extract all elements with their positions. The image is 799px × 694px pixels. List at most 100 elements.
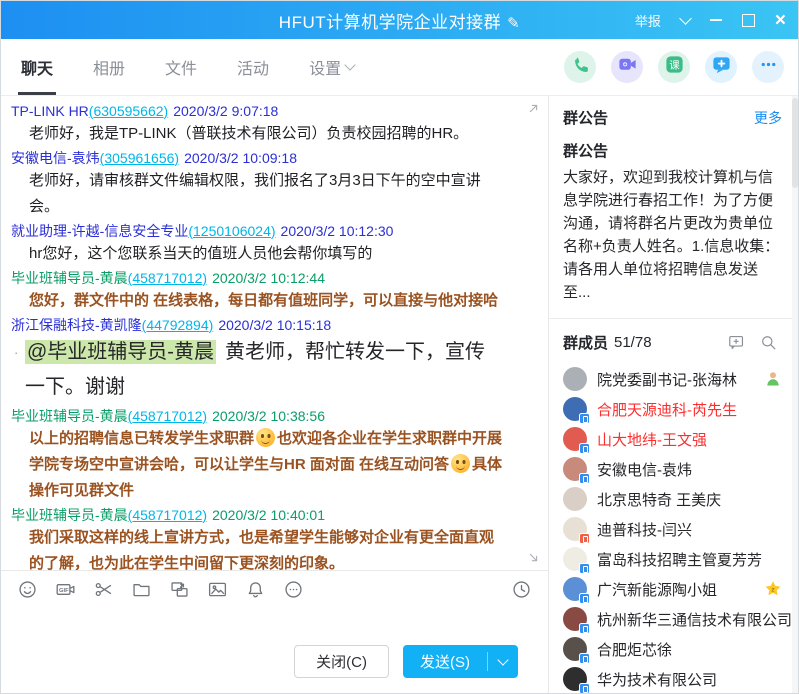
more-icon[interactable] — [283, 579, 304, 600]
file-icon[interactable] — [131, 579, 152, 600]
member-row[interactable]: 院党委副书记-张海林 — [563, 364, 792, 394]
tab-文件[interactable]: 文件 — [165, 39, 197, 95]
message-body: 以上的招聘信息已转发学生求职群也欢迎各企业在学生求职群中开展学院专场空中宣讲会哈… — [11, 426, 504, 504]
image-icon[interactable] — [207, 579, 228, 600]
members-count: 51/78 — [614, 334, 652, 351]
sender-name[interactable]: 毕业班辅导员-黄晨 — [11, 408, 128, 424]
message-body: 老师好，我是TP-LINK（普联技术有限公司）负责校园招聘的HR。 — [11, 121, 504, 147]
member-name: 安徽电信-袁炜 — [597, 459, 792, 480]
titlebar: HFUT计算机学院企业对接群✎ 举报 × — [1, 1, 798, 39]
send-button[interactable]: 发送(S) — [403, 645, 518, 678]
video-call-button[interactable] — [611, 51, 643, 83]
screen-share-icon[interactable] — [169, 579, 190, 600]
message-body: hr您好，这个您联系当天的值班人员他会帮你填写的 — [11, 241, 504, 267]
member-row[interactable]: 合肥天源迪科-芮先生 — [563, 394, 792, 424]
tab-活动[interactable]: 活动 — [237, 39, 269, 95]
announcement-more-link[interactable]: 更多 — [754, 108, 782, 128]
member-row[interactable]: 北京思特奇 王美庆 — [563, 484, 792, 514]
member-row[interactable]: 山大地纬-王文强 — [563, 424, 792, 454]
member-row[interactable]: 合肥炬芯徐 — [563, 634, 792, 664]
member-avatar — [563, 457, 587, 481]
header-row: 聊天 相册 文件 活动设置 课 — [1, 39, 798, 96]
invite-member-icon[interactable] — [727, 333, 746, 352]
send-button-label[interactable]: 发送(S) — [403, 651, 487, 672]
emoji-icon[interactable] — [17, 579, 38, 600]
panel-scrollbar[interactable] — [792, 96, 798, 694]
mobile-online-badge — [579, 443, 590, 454]
member-name: 富岛科技招聘主管夏芳芳 — [597, 549, 792, 570]
chevron-down-icon[interactable] — [679, 12, 692, 25]
smile-emoji — [451, 454, 470, 473]
sender-uid-link[interactable]: 458717012 — [128, 270, 207, 286]
member-row[interactable]: 华为技术有限公司 — [563, 664, 792, 694]
member-avatar — [563, 667, 587, 691]
message: TP-LINK HR6305956622020/3/2 9:07:18 老师好，我… — [11, 102, 504, 147]
close-chat-button[interactable]: 关闭(C) — [294, 645, 389, 678]
class-icon: 课 — [664, 54, 685, 80]
member-list: 院党委副书记-张海林合肥天源迪科-芮先生山大地纬-王文强安徽电信-袁炜北京思特奇… — [563, 364, 792, 694]
history-icon[interactable] — [511, 579, 532, 600]
mention-highlight[interactable]: @毕业班辅导员-黄晨 — [25, 340, 216, 364]
sender-uid-link[interactable]: 630595662 — [89, 103, 168, 119]
mobile-online-badge — [579, 413, 590, 424]
message-timestamp: 2020/3/2 10:38:56 — [212, 408, 325, 424]
gif-icon[interactable]: GIF — [55, 579, 76, 600]
scroll-bottom-icon[interactable] — [526, 550, 541, 565]
sender-uid-link[interactable]: 44792894 — [142, 317, 214, 333]
voice-call-button[interactable] — [564, 51, 596, 83]
message-header: 毕业班辅导员-黄晨4587170122020/3/2 10:12:44 — [11, 269, 504, 288]
mobile-online-badge — [579, 563, 590, 574]
tab-label: 文件 — [165, 55, 197, 79]
tab-相册[interactable]: 相册 — [93, 39, 125, 95]
share-plus-button[interactable] — [705, 51, 737, 83]
member-name: 北京思特奇 王美庆 — [597, 489, 792, 510]
sender-name[interactable]: TP-LINK HR — [11, 103, 89, 119]
sender-uid-link[interactable]: 1250106024 — [188, 223, 275, 239]
message-text: 我们采取这样的线上宣讲方式，也是希望学生能够对企业有更全面直观的了解，也为此在学… — [29, 529, 494, 570]
message-header: TP-LINK HR6305956622020/3/2 9:07:18 — [11, 102, 504, 121]
mobile-online-badge — [579, 473, 590, 484]
sender-name[interactable]: 安徽电信-袁炜 — [11, 150, 100, 166]
composer-toolbar: GIF — [1, 570, 548, 607]
message-text: 老师好，请审核群文件编辑权限，我们报名了3月3日下午的空中宣讲会。 — [29, 172, 481, 215]
mobile-online-badge — [579, 683, 590, 694]
sender-name[interactable]: 毕业班辅导员-黄晨 — [11, 507, 128, 523]
close-button[interactable]: × — [775, 11, 786, 30]
composer-footer: 关闭(C) 发送(S) — [1, 639, 548, 694]
sender-uid-link[interactable]: 458717012 — [128, 507, 207, 523]
member-row[interactable]: 安徽电信-袁炜 — [563, 454, 792, 484]
more-actions-button[interactable] — [752, 51, 784, 83]
class-button[interactable]: 课 — [658, 51, 690, 83]
member-avatar — [563, 397, 587, 421]
maximize-button[interactable] — [742, 14, 755, 27]
message-text: 老师好，我是TP-LINK（普联技术有限公司）负责校园招聘的HR。 — [29, 125, 468, 142]
notify-icon[interactable] — [245, 579, 266, 600]
tab-label: 相册 — [93, 55, 125, 79]
search-member-icon[interactable] — [759, 333, 778, 352]
member-row[interactable]: 迪普科技-闫兴 — [563, 514, 792, 544]
screenshot-icon[interactable] — [93, 579, 114, 600]
message-input[interactable] — [1, 607, 548, 638]
member-row[interactable]: 杭州新华三通信技术有限公司 — [563, 604, 792, 634]
report-button[interactable]: 举报 — [635, 11, 661, 30]
member-avatar — [563, 607, 587, 631]
message: 浙江保融科技-黄凯隆447928942020/3/2 10:15:18@毕业班辅… — [11, 316, 504, 405]
tab-聊天[interactable]: 聊天 — [21, 39, 53, 95]
tab-设置[interactable]: 设置 — [309, 39, 354, 95]
mobile-online-badge — [579, 533, 590, 544]
sender-uid-link[interactable]: 458717012 — [128, 408, 207, 424]
sender-name[interactable]: 浙江保融科技-黄凯隆 — [11, 317, 142, 333]
member-row[interactable]: 富岛科技招聘主管夏芳芳 — [563, 544, 792, 574]
message-body: 老师好，请审核群文件编辑权限，我们报名了3月3日下午的空中宣讲会。 — [11, 168, 504, 220]
edit-title-icon[interactable]: ✎ — [507, 15, 520, 32]
member-row[interactable]: 广汽新能源陶小姐z — [563, 574, 792, 604]
admin-icon — [764, 370, 782, 388]
sender-uid-link[interactable]: 305961656 — [100, 150, 179, 166]
scroll-top-icon[interactable] — [526, 101, 541, 116]
send-options-caret[interactable] — [488, 659, 518, 664]
member-avatar — [563, 517, 587, 541]
member-name: 广汽新能源陶小姐 — [597, 579, 754, 600]
sender-name[interactable]: 就业助理-许越-信息安全专业 — [11, 223, 188, 239]
sender-name[interactable]: 毕业班辅导员-黄晨 — [11, 270, 128, 286]
minimize-button[interactable] — [710, 19, 722, 21]
